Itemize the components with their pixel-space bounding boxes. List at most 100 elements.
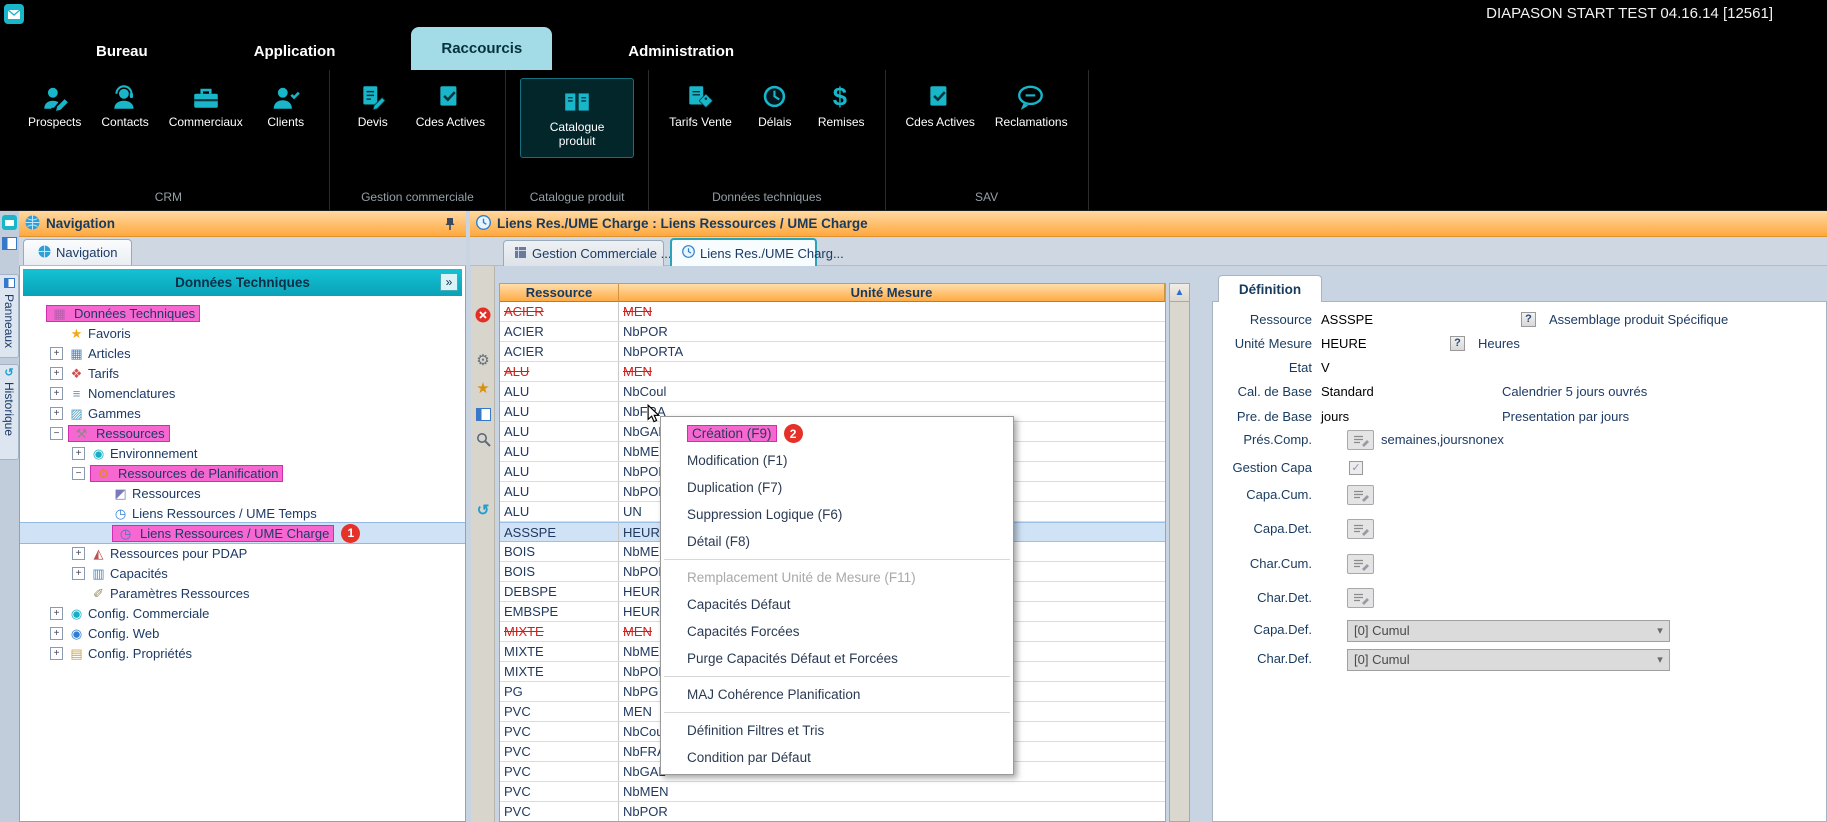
expand-icon[interactable]: + — [50, 607, 63, 620]
expand-icon[interactable]: + — [50, 367, 63, 380]
expand-icon[interactable]: + — [50, 647, 63, 660]
ribbon-button-cdes-actives[interactable]: Cdes Actives — [896, 78, 985, 134]
context-menu-item-suppression-logique-f6[interactable]: Suppression Logique (F6) — [661, 501, 1013, 528]
field-value: HEURE — [1321, 334, 1367, 354]
history-icon[interactable]: ↺ — [475, 502, 491, 518]
menu-tab-raccourcis[interactable]: Raccourcis — [411, 27, 552, 70]
tree-item-donnees-techniques[interactable]: ▦Données Techniques — [20, 303, 465, 323]
config-commerciale-icon: ◉ — [68, 607, 85, 620]
ribbon-button-tarifs-vente[interactable]: Tarifs Vente — [659, 78, 742, 134]
context-menu-item-duplication-f7[interactable]: Duplication (F7) — [661, 474, 1013, 501]
expand-icon[interactable]: + — [72, 547, 85, 560]
tree-item-nomenclatures[interactable]: +≡Nomenclatures — [20, 383, 465, 403]
ribbon-button-devis[interactable]: Devis — [340, 78, 406, 134]
table-row[interactable]: ALUNbCoul — [500, 382, 1165, 402]
field-ressource: RessourceASSSPE?Assemblage produit Spéci… — [1213, 310, 1826, 330]
expand-icon[interactable]: + — [50, 347, 63, 360]
cell-ressource: PVC — [500, 722, 619, 741]
context-menu-item-capacites-forcees[interactable]: Capacités Forcées — [661, 618, 1013, 645]
ribbon-button-cdes-actives[interactable]: Cdes Actives — [406, 78, 495, 134]
tree-item-config-web[interactable]: +◉Config. Web — [20, 623, 465, 643]
context-menu-item-modification-f1[interactable]: Modification (F1) — [661, 447, 1013, 474]
tree-item-tarifs[interactable]: +❖Tarifs — [20, 363, 465, 383]
capa-def-select[interactable]: [0] Cumul▾ — [1347, 620, 1670, 642]
tree-item-liens-ressources-ume-temps[interactable]: ◷Liens Ressources / UME Temps — [20, 503, 465, 523]
tree-item-environnement[interactable]: +◉Environnement — [20, 443, 465, 463]
gestion-capa-checkbox[interactable]: ✓ — [1349, 461, 1363, 475]
tree-item-ressources[interactable]: ◩Ressources — [20, 483, 465, 503]
tree-item-ressources[interactable]: −⚒Ressources — [20, 423, 465, 443]
tree-item-ressources-pour-pdap[interactable]: +◭Ressources pour PDAP — [20, 543, 465, 563]
edge-tab-panneaux[interactable]: Panneaux — [0, 274, 19, 358]
search-icon[interactable] — [475, 431, 491, 447]
context-menu-item-purge-capacites-defaut-et-forcees[interactable]: Purge Capacités Défaut et Forcées — [661, 645, 1013, 672]
scroll-up-button[interactable]: ▲ — [1170, 284, 1189, 302]
expand-icon[interactable]: + — [50, 387, 63, 400]
collapse-panel-button[interactable]: » — [440, 273, 458, 291]
prospects-icon — [38, 82, 72, 112]
tree-item-capacites[interactable]: +▥Capacités — [20, 563, 465, 583]
char-def-select[interactable]: [0] Cumul▾ — [1347, 649, 1670, 671]
column-header-unite-mesure[interactable]: Unité Mesure — [619, 284, 1165, 302]
menu-bar: Bureau Application Raccourcis Administratio… — [0, 27, 1827, 70]
expand-icon[interactable]: + — [72, 447, 85, 460]
ribbon-button-delais[interactable]: Délais — [742, 78, 808, 134]
document-tab-liens-res-ume-charg[interactable]: Liens Res./UME Charg... — [670, 238, 817, 266]
tree-item-liens-ressources-ume-charge[interactable]: ◷Liens Ressources / UME Charge1 — [20, 523, 465, 543]
column-header-ressource[interactable]: Ressource — [500, 284, 619, 302]
panel-icon[interactable] — [475, 406, 491, 422]
panel-mini-icon[interactable] — [2, 237, 17, 253]
tab-definition[interactable]: Définition — [1218, 275, 1322, 302]
grid-pen-icon-button[interactable] — [1347, 554, 1374, 574]
collapse-icon[interactable]: − — [72, 467, 85, 480]
menu-tab-bureau[interactable]: Bureau — [66, 33, 178, 70]
ribbon-button-reclamations[interactable]: Reclamations — [985, 78, 1078, 134]
grid-pen-icon-button[interactable] — [1347, 430, 1374, 450]
app-mini-icon[interactable] — [2, 215, 17, 233]
table-row[interactable]: ALUMEN — [500, 362, 1165, 382]
context-menu-item-creation-f9[interactable]: Création (F9)2 — [661, 420, 1013, 447]
table-scrollbar[interactable]: ▲ — [1169, 283, 1190, 822]
ribbon-button-commerciaux[interactable]: Commerciaux — [159, 78, 253, 134]
close-icon[interactable] — [475, 307, 491, 323]
favorite-icon[interactable]: ★ — [475, 380, 491, 396]
table-row[interactable]: PVCNbPOR — [500, 802, 1165, 822]
context-menu-item-condition-par-defaut[interactable]: Condition par Défaut — [661, 744, 1013, 771]
ribbon-button-prospects[interactable]: Prospects — [18, 78, 91, 134]
ribbon-button-remises[interactable]: $Remises — [808, 78, 875, 134]
settings-icon[interactable]: ⚙ — [475, 352, 491, 368]
expand-icon[interactable]: + — [50, 627, 63, 640]
tree-item-parametres-ressources[interactable]: ✐Paramètres Ressources — [20, 583, 465, 603]
table-row[interactable]: ACIERMEN — [500, 302, 1165, 322]
tab-navigation[interactable]: Navigation — [23, 239, 132, 265]
menu-tab-application[interactable]: Application — [224, 33, 366, 70]
tree-item-articles[interactable]: +▦Articles — [20, 343, 465, 363]
table-row[interactable]: ACIERNbPORTA — [500, 342, 1165, 362]
tree-item-config-proprietes[interactable]: +▤Config. Propriétés — [20, 643, 465, 663]
context-menu-item-maj-coherence-planification[interactable]: MAJ Cohérence Planification — [661, 681, 1013, 708]
menu-tab-administration[interactable]: Administration — [598, 33, 764, 70]
grid-pen-icon-button[interactable] — [1347, 519, 1374, 539]
document-tab-gestion-commerciale[interactable]: Gestion Commerciale ... — [503, 240, 664, 266]
context-menu-item-detail-f8[interactable]: Détail (F8) — [661, 528, 1013, 555]
collapse-icon[interactable]: − — [50, 427, 63, 440]
expand-icon[interactable]: + — [72, 567, 85, 580]
tree-item-config-commerciale[interactable]: +◉Config. Commerciale — [20, 603, 465, 623]
tree-item-gammes[interactable]: +▨Gammes — [20, 403, 465, 423]
table-row[interactable]: PVCNbMEN — [500, 782, 1165, 802]
help-button[interactable]: ? — [1521, 312, 1536, 327]
edge-tab-historique[interactable]: ↺Historique — [0, 364, 19, 460]
help-button[interactable]: ? — [1450, 336, 1465, 351]
ribbon-button-catalogue-produit[interactable]: Catalogue produit — [520, 78, 634, 158]
tree-item-ressources-de-planification[interactable]: −⚙Ressources de Planification — [20, 463, 465, 483]
ribbon-button-contacts[interactable]: Contacts — [91, 78, 158, 134]
grid-pen-icon-button[interactable] — [1347, 588, 1374, 608]
grid-pen-icon-button[interactable] — [1347, 485, 1374, 505]
ribbon-button-clients[interactable]: Clients — [253, 78, 319, 134]
context-menu-item-definition-filtres-et-tris[interactable]: Définition Filtres et Tris — [661, 717, 1013, 744]
tree-item-favoris[interactable]: ★Favoris — [20, 323, 465, 343]
context-menu-item-capacites-defaut[interactable]: Capacités Défaut — [661, 591, 1013, 618]
expand-icon[interactable]: + — [50, 407, 63, 420]
table-row[interactable]: ACIERNbPOR — [500, 322, 1165, 342]
pin-icon[interactable] — [444, 217, 460, 231]
